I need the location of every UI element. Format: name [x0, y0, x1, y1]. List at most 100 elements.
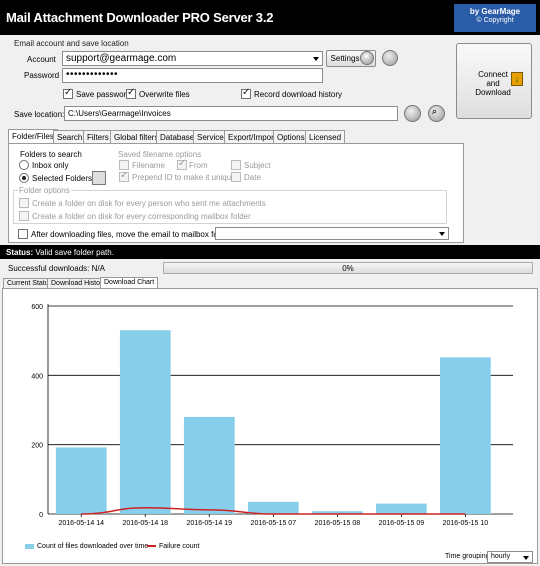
choose-folders-button[interactable]	[92, 171, 106, 185]
y-tick-label: 0	[39, 512, 43, 519]
legend-swatch-failure	[147, 545, 156, 548]
add-account-button[interactable]	[382, 50, 398, 66]
browse-folder-button[interactable]: ⌕	[428, 105, 445, 122]
create-mailbox-folder-checkbox[interactable]	[19, 211, 29, 221]
tab-filters[interactable]: Filters	[83, 130, 113, 144]
inbox-only-radio[interactable]	[19, 160, 29, 170]
chevron-down-icon	[439, 232, 445, 236]
tab-service[interactable]: Service	[193, 130, 228, 144]
filename-label: Filename	[132, 161, 165, 170]
chevron-down-icon	[313, 57, 319, 61]
legend-item-count: Count of files downloaded over time	[25, 543, 148, 550]
save-location-field[interactable]: C:\Users\Gearmage\Invoices	[64, 106, 398, 121]
password-field[interactable]: •••••••••••••	[62, 68, 323, 83]
from-checkbox[interactable]	[177, 158, 187, 170]
selected-folders-radio[interactable]	[19, 173, 29, 183]
folder-files-panel: Folders to search Inbox only Selected Fo…	[8, 143, 464, 243]
account-value: support@gearmage.com	[66, 53, 177, 64]
successful-downloads-label: Successful downloads: N/A	[8, 264, 105, 273]
app-title: Mail Attachment Downloader PRO Server 3.…	[6, 10, 274, 25]
date-checkbox[interactable]	[231, 172, 241, 182]
app-window: Mail Attachment Downloader PRO Server 3.…	[0, 0, 540, 566]
folders-to-search-label: Folders to search	[19, 150, 83, 159]
tab-database[interactable]: Database	[156, 130, 199, 144]
chart-bar	[247, 501, 299, 514]
tab-options[interactable]: Options	[273, 130, 309, 144]
legend-item-failure: Failure count	[147, 543, 199, 550]
tab-licensed[interactable]: Licensed	[305, 130, 346, 144]
save-location-label: Save location:	[14, 110, 65, 119]
download-icon: ↓	[511, 72, 523, 86]
x-tick-label: 2016-05-15 08	[315, 520, 361, 527]
saved-filename-label: Saved filename options	[117, 150, 203, 159]
settings-button[interactable]: Settings ×	[326, 50, 376, 67]
tab-search[interactable]: Search	[53, 130, 87, 144]
overwrite-files-checkbox[interactable]	[126, 87, 136, 99]
folders-to-search-group: Folders to search Inbox only Selected Fo…	[13, 150, 106, 190]
account-label: Account	[27, 55, 56, 64]
save-location-value: C:\Users\Gearmage\Invoices	[68, 109, 171, 118]
chart-bar	[55, 447, 107, 514]
download-chart: 0 200 400 600 2016-05-14 14 2016-05-14 18 2016…	[31, 304, 513, 527]
chart-bar	[376, 503, 427, 514]
account-group-title: Email account and save location	[14, 39, 129, 48]
prepend-id-label: Prepend ID to make it unique	[132, 173, 236, 182]
folder-options-group: Folder options Create a folder on disk f…	[13, 186, 447, 224]
connect-line-3: Download	[475, 88, 511, 97]
password-label: Password	[24, 71, 60, 80]
download-chart-panel: 0 200 400 600 2016-05-14 14 2016-05-14 18 2016…	[2, 288, 538, 564]
tab-global-filters[interactable]: Global filters	[110, 130, 163, 144]
chevron-down-icon	[523, 556, 529, 560]
folder-options-label: Folder options	[18, 186, 71, 195]
delete-account-icon: ×	[360, 51, 374, 65]
brand-logo[interactable]: by GearMage © Copyright	[454, 4, 536, 32]
from-label: From	[189, 161, 208, 170]
connect-download-button[interactable]: Connect and Download ↓	[456, 43, 532, 119]
time-grouping-value: hourly	[491, 553, 511, 560]
x-tick-label: 2016-05-14 14	[58, 520, 104, 527]
create-person-folder-label: Create a folder on disk for every person…	[32, 199, 266, 208]
selected-folders-label: Selected Folders	[32, 174, 93, 183]
chart-bar	[440, 357, 491, 514]
open-folder-button[interactable]	[404, 105, 421, 122]
move-email-checkbox[interactable]	[18, 229, 28, 239]
account-dropdown[interactable]: support@gearmage.com	[62, 51, 323, 66]
x-tick-label: 2016-05-15 07	[251, 520, 297, 527]
x-tick-label: 2016-05-14 19	[187, 520, 233, 527]
y-tick-label: 200	[31, 443, 43, 450]
saved-filename-group: Saved filename options Filename From Sub…	[115, 150, 271, 187]
record-history-label: Record download history	[254, 90, 343, 99]
record-history-checkbox[interactable]	[241, 87, 251, 99]
x-tick-label: 2016-05-15 10	[443, 520, 489, 527]
chart-bar	[119, 330, 171, 514]
chart-bar	[183, 416, 235, 514]
create-mailbox-folder-label: Create a folder on disk for every corres…	[32, 212, 251, 221]
create-person-folder-checkbox[interactable]	[19, 198, 29, 208]
time-grouping-dropdown[interactable]: hourly	[487, 551, 533, 563]
subject-label: Subject	[244, 161, 271, 170]
x-tick-label: 2016-05-14 18	[123, 520, 169, 527]
password-value: •••••••••••••	[66, 69, 119, 80]
subject-checkbox[interactable]	[231, 160, 241, 170]
time-grouping-label: Time grouping	[445, 553, 490, 560]
move-email-label: After downloading files, move the email …	[31, 230, 232, 239]
progress-percent: 0%	[342, 264, 354, 273]
mailbox-folder-dropdown[interactable]	[215, 227, 449, 240]
search-icon: ⌕	[432, 106, 438, 116]
filename-checkbox[interactable]	[119, 160, 129, 170]
save-password-label: Save password	[76, 90, 131, 99]
download-progress-bar: 0%	[163, 262, 533, 274]
date-label: Date	[244, 173, 261, 182]
y-tick-label: 400	[31, 373, 43, 380]
legend-label-count: Count of files downloaded over time	[37, 543, 149, 550]
x-tick-label: 2016-05-15 09	[379, 520, 425, 527]
brand-copyright: © Copyright	[476, 17, 514, 24]
title-bar: Mail Attachment Downloader PRO Server 3.…	[0, 0, 540, 35]
brand-name: by GearMage	[469, 7, 521, 16]
settings-label: Settings	[330, 54, 360, 63]
save-password-checkbox[interactable]	[63, 87, 73, 99]
legend-label-failure: Failure count	[159, 543, 200, 550]
tab-export-import[interactable]: Export/Import	[224, 130, 281, 144]
tab-folder-files[interactable]: Folder/Files	[8, 129, 58, 144]
prepend-id-checkbox[interactable]	[119, 170, 129, 182]
